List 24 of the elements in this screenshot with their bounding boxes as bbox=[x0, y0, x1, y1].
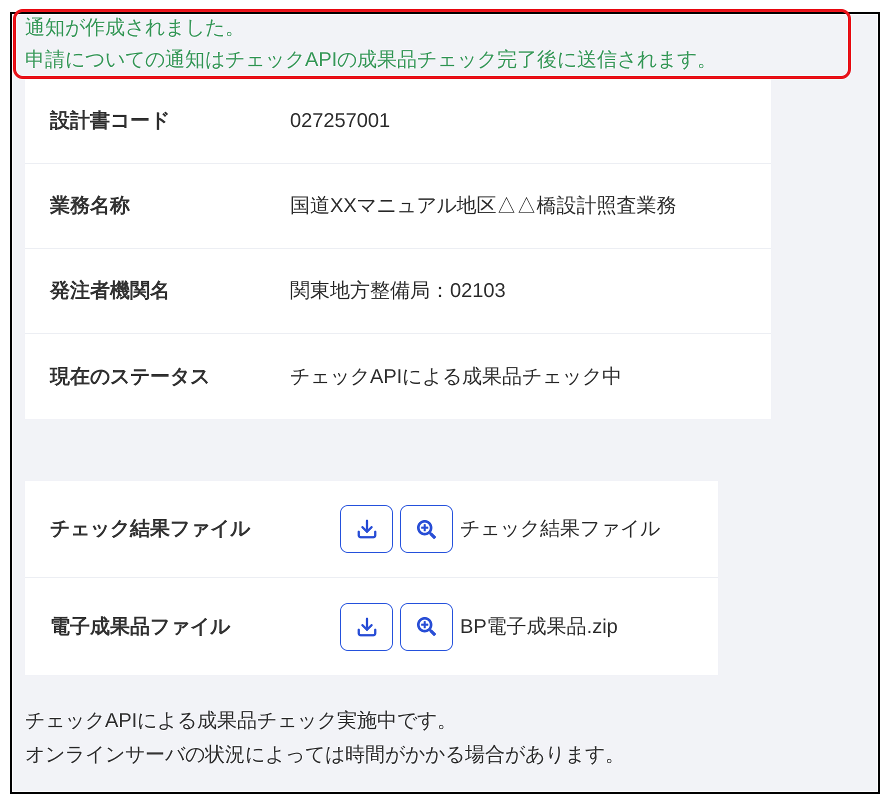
field-value: 027257001 bbox=[290, 109, 390, 134]
field-value: チェックAPIによる成果品チェック中 bbox=[290, 364, 622, 390]
status-message: チェックAPIによる成果品チェック実施中です。 bbox=[25, 709, 458, 734]
field-label: 現在のステータス bbox=[50, 364, 210, 390]
field-label: 電子成果品ファイル bbox=[50, 614, 230, 640]
file-name: チェック結果ファイル bbox=[460, 517, 660, 542]
download-button[interactable] bbox=[340, 602, 393, 650]
field-label: 設計書コード bbox=[50, 109, 170, 134]
zoom-in-icon bbox=[417, 520, 436, 538]
field-label: 発注者機関名 bbox=[50, 278, 170, 304]
field-value: 関東地方整備局：02103 bbox=[290, 279, 506, 304]
file-name: BP電子成果品.zip bbox=[460, 614, 618, 640]
zoom-in-icon bbox=[417, 617, 436, 636]
notice-text: 申請についての通知はチェックAPIの成果品チェック完了後に送信されます。 bbox=[25, 48, 718, 73]
status-message: オンラインサーバの状況によっては時間がかかる場合があります。 bbox=[25, 743, 625, 768]
notice-text: 通知が作成されました。 bbox=[25, 16, 245, 41]
field-value: 国道XXマニュアル地区△△橋設計照査業務 bbox=[290, 194, 677, 219]
download-button[interactable] bbox=[340, 505, 393, 553]
preview-button[interactable] bbox=[400, 602, 453, 650]
field-label: 業務名称 bbox=[50, 194, 130, 219]
download-icon bbox=[356, 518, 378, 540]
download-icon bbox=[356, 616, 378, 638]
field-label: チェック結果ファイル bbox=[50, 517, 250, 542]
preview-button[interactable] bbox=[400, 505, 453, 553]
